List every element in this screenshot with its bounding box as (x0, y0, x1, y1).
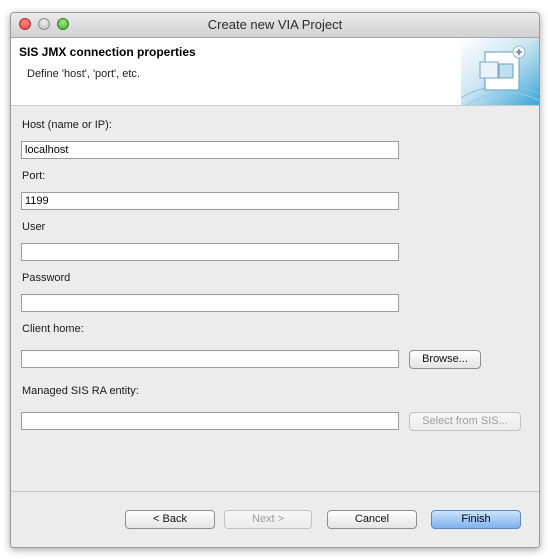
user-input[interactable] (21, 243, 399, 261)
footer-separator (11, 491, 539, 492)
next-button[interactable]: Next > (224, 510, 312, 529)
client-home-label: Client home: (22, 323, 84, 335)
finish-button[interactable]: Finish (431, 510, 521, 529)
wizard-banner-icon (461, 38, 539, 105)
title-bar[interactable]: Create new VIA Project (11, 13, 539, 38)
user-label: User (22, 221, 46, 233)
select-from-sis-button[interactable]: Select from SIS... (409, 412, 521, 431)
managed-entity-label: Managed SIS RA entity: (22, 385, 139, 397)
wizard-header: SIS JMX connection properties Define 'ho… (11, 38, 539, 106)
host-input[interactable] (21, 141, 399, 159)
port-label: Port: (22, 170, 46, 182)
password-input[interactable] (21, 294, 399, 312)
page-description: Define 'host', 'port', etc. (27, 68, 140, 80)
window-title: Create new VIA Project (207, 17, 343, 32)
password-label: Password (22, 272, 71, 284)
page-title: SIS JMX connection properties (19, 45, 196, 59)
port-input[interactable] (21, 192, 399, 210)
cancel-button[interactable]: Cancel (327, 510, 417, 529)
managed-entity-input[interactable] (21, 412, 399, 430)
browse-button[interactable]: Browse... (409, 350, 481, 369)
client-home-input[interactable] (21, 350, 399, 368)
host-label: Host (name or IP): (22, 119, 112, 131)
wizard-window: Create new VIA Project SIS JMX connectio… (10, 12, 540, 548)
back-button[interactable]: < Back (125, 510, 215, 529)
